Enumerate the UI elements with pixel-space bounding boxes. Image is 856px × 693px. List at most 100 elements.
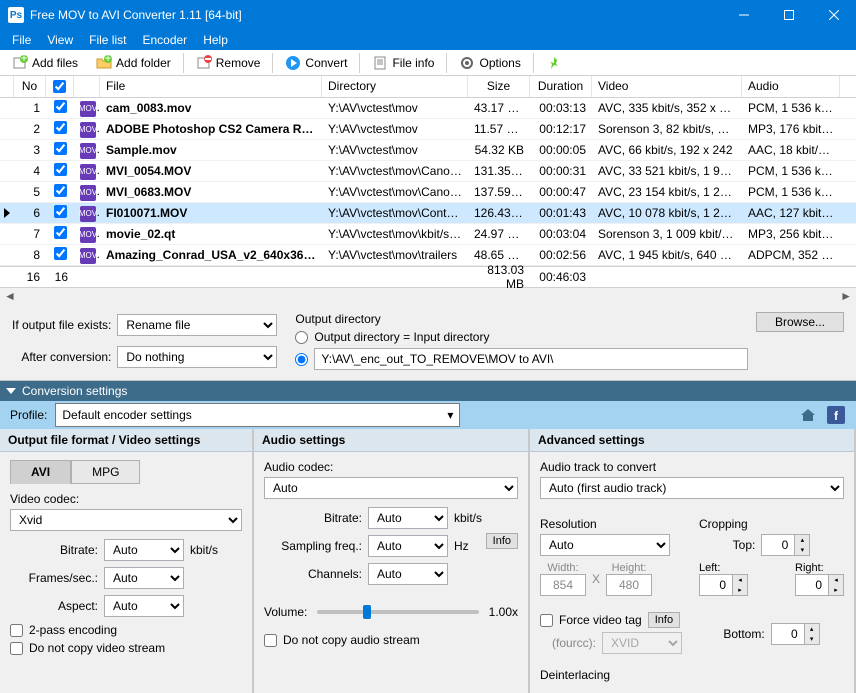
table-row[interactable]: 3MOVSample.movY:\AV\vctest\mov54.32 KB00… bbox=[0, 140, 856, 161]
audio-codec-select[interactable]: Auto bbox=[264, 477, 518, 499]
table-row[interactable]: 5MOVMVI_0683.MOVY:\AV\vctest\mov\Canon .… bbox=[0, 182, 856, 203]
menubar: File View File list Encoder Help bbox=[0, 30, 856, 50]
table-row[interactable]: 7MOVmovie_02.qtY:\AV\vctest\mov\kbit/s C… bbox=[0, 224, 856, 245]
row-checkbox[interactable] bbox=[54, 226, 67, 239]
collapse-icon bbox=[6, 388, 16, 394]
menu-view[interactable]: View bbox=[39, 30, 81, 50]
outdir-same-radio[interactable] bbox=[295, 331, 308, 344]
mov-file-icon: MOV bbox=[80, 206, 96, 222]
minimize-button[interactable] bbox=[721, 0, 766, 30]
menu-file[interactable]: File bbox=[4, 30, 39, 50]
pin-button[interactable] bbox=[538, 51, 570, 75]
twopass-checkbox[interactable] bbox=[10, 624, 23, 637]
col-file[interactable]: File bbox=[100, 76, 322, 97]
menu-filelist[interactable]: File list bbox=[81, 30, 134, 50]
aspect-select[interactable]: Auto bbox=[104, 595, 184, 617]
menu-help[interactable]: Help bbox=[195, 30, 236, 50]
if-exists-label: If output file exists: bbox=[12, 318, 111, 332]
col-no[interactable]: No bbox=[14, 76, 46, 97]
tab-avi[interactable]: AVI bbox=[10, 460, 71, 484]
convert-button[interactable]: Convert bbox=[277, 51, 355, 75]
mov-file-icon: MOV bbox=[80, 227, 96, 243]
profile-label: Profile: bbox=[10, 408, 47, 422]
select-all-checkbox[interactable] bbox=[53, 80, 66, 93]
video-codec-select[interactable]: Xvid bbox=[10, 509, 242, 531]
outdir-custom-radio[interactable] bbox=[295, 353, 308, 366]
row-checkbox[interactable] bbox=[54, 121, 67, 134]
row-checkbox[interactable] bbox=[54, 247, 67, 260]
row-checkbox[interactable] bbox=[54, 184, 67, 197]
close-button[interactable] bbox=[811, 0, 856, 30]
video-codec-label: Video codec: bbox=[10, 492, 242, 506]
remove-button[interactable]: Remove bbox=[188, 51, 269, 75]
add-folder-button[interactable]: +Add folder bbox=[88, 51, 179, 75]
row-checkbox[interactable] bbox=[54, 142, 67, 155]
col-video[interactable]: Video bbox=[592, 76, 742, 97]
crop-top-input[interactable] bbox=[761, 534, 795, 556]
outdir-input[interactable] bbox=[314, 348, 748, 370]
horizontal-scrollbar[interactable]: ◄► bbox=[0, 287, 856, 304]
crop-left-input[interactable] bbox=[699, 574, 733, 596]
home-icon[interactable] bbox=[798, 405, 818, 425]
titlebar: Ps Free MOV to AVI Converter 1.11 [64-bi… bbox=[0, 0, 856, 30]
col-dur[interactable]: Duration bbox=[530, 76, 592, 97]
fourcc-info-button[interactable]: Info bbox=[648, 612, 680, 628]
app-icon: Ps bbox=[8, 7, 24, 23]
options-button[interactable]: Options bbox=[451, 51, 528, 75]
table-footer: 16 16 813.03 MB 00:46:03 bbox=[0, 266, 856, 287]
fps-select[interactable]: Auto bbox=[104, 567, 184, 589]
mov-file-icon: MOV bbox=[80, 185, 96, 201]
resolution-select[interactable]: Auto bbox=[540, 534, 670, 556]
col-audio[interactable]: Audio bbox=[742, 76, 840, 97]
tab-mpg[interactable]: MPG bbox=[71, 460, 140, 484]
crop-bottom-input[interactable] bbox=[771, 623, 805, 645]
table-row[interactable]: 2MOVADOBE Photoshop CS2 Camera RAW Tu...… bbox=[0, 119, 856, 140]
file-info-button[interactable]: File info bbox=[364, 51, 442, 75]
force-tag-checkbox[interactable] bbox=[540, 614, 553, 627]
col-dir[interactable]: Directory bbox=[322, 76, 468, 97]
add-files-button[interactable]: +Add files bbox=[4, 51, 86, 75]
table-row[interactable]: 4MOVMVI_0054.MOVY:\AV\vctest\mov\Canon .… bbox=[0, 161, 856, 182]
audio-bitrate-select[interactable]: Auto bbox=[368, 507, 448, 529]
gear-icon bbox=[459, 55, 475, 71]
if-exists-select[interactable]: Rename file bbox=[117, 314, 277, 336]
channels-select[interactable]: Auto bbox=[368, 563, 448, 585]
audio-info-button[interactable]: Info bbox=[486, 533, 518, 549]
menu-encoder[interactable]: Encoder bbox=[134, 30, 195, 50]
nocopy-video-checkbox[interactable] bbox=[10, 642, 23, 655]
fourcc-select: XVID bbox=[602, 632, 682, 654]
col-size[interactable]: Size bbox=[468, 76, 530, 97]
output-options: If output file exists: Rename file After… bbox=[0, 304, 856, 381]
row-checkbox[interactable] bbox=[54, 163, 67, 176]
table-row[interactable]: 1MOVcam_0083.movY:\AV\vctest\mov43.17 MB… bbox=[0, 98, 856, 119]
add-folder-icon: + bbox=[96, 55, 112, 71]
crop-right-input[interactable] bbox=[795, 574, 829, 596]
chevron-down-icon: ▾ bbox=[447, 408, 453, 422]
volume-slider[interactable] bbox=[317, 610, 478, 614]
browse-button[interactable]: Browse... bbox=[756, 312, 844, 332]
conversion-settings-header[interactable]: Conversion settings bbox=[0, 381, 856, 401]
audio-codec-label: Audio codec: bbox=[264, 460, 518, 474]
output-panel: Output file format / Video settings AVI … bbox=[0, 429, 254, 693]
add-files-icon: + bbox=[12, 55, 28, 71]
nocopy-audio-checkbox[interactable] bbox=[264, 634, 277, 647]
row-checkbox[interactable] bbox=[54, 205, 67, 218]
table-header: No File Directory Size Duration Video Au… bbox=[0, 76, 856, 98]
audio-track-select[interactable]: Auto (first audio track) bbox=[540, 477, 844, 499]
sampling-freq-select[interactable]: Auto bbox=[368, 535, 448, 557]
table-row[interactable]: 8MOVAmazing_Conrad_USA_v2_640x360.movY:\… bbox=[0, 245, 856, 266]
pin-icon bbox=[546, 55, 562, 71]
profile-bar: Profile: Default encoder settings ▾ f bbox=[0, 401, 856, 429]
after-conv-select[interactable]: Do nothing bbox=[117, 346, 277, 368]
profile-select[interactable]: Default encoder settings ▾ bbox=[55, 403, 460, 427]
maximize-button[interactable] bbox=[766, 0, 811, 30]
col-check[interactable] bbox=[46, 76, 74, 97]
row-marker-icon bbox=[4, 208, 10, 218]
row-checkbox[interactable] bbox=[54, 100, 67, 113]
facebook-icon[interactable]: f bbox=[826, 405, 846, 425]
mov-file-icon: MOV bbox=[80, 164, 96, 180]
mov-file-icon: MOV bbox=[80, 122, 96, 138]
table-row[interactable]: 6MOVFI010071.MOVY:\AV\vctest\mov\Contou.… bbox=[0, 203, 856, 224]
video-bitrate-select[interactable]: Auto bbox=[104, 539, 184, 561]
svg-text:+: + bbox=[20, 55, 27, 65]
